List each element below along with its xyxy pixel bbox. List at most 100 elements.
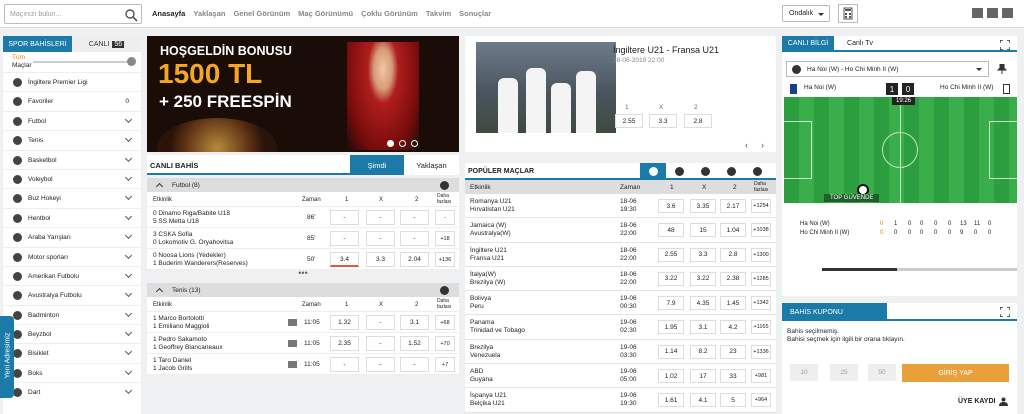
volleyball-filter-icon[interactable] (718, 163, 744, 180)
odd-button[interactable]: 1.45 (720, 296, 746, 311)
odd-button[interactable]: - (400, 231, 429, 246)
sidebar-item[interactable]: Buz Hokeyi (3, 188, 141, 207)
team-names[interactable]: 3 CSKA Sofia 0 Lokomotiv G. Oryahovitsa (153, 231, 233, 247)
tv-icon[interactable] (288, 340, 297, 347)
chevron-down-icon[interactable] (124, 193, 133, 201)
prev-arrow-icon[interactable]: ‹ (745, 140, 748, 150)
basketball-filter-icon[interactable] (692, 163, 718, 180)
odd-button[interactable]: 1.61 (658, 393, 684, 408)
carousel-dot[interactable] (387, 140, 394, 147)
sidebar-item[interactable]: Badminton (3, 304, 141, 324)
odd-button[interactable]: - (330, 231, 359, 246)
team-names[interactable]: Bolivya Peru (470, 295, 491, 311)
more-markets-button[interactable]: +18 (435, 231, 455, 246)
team-names[interactable]: Romanya U21 Hırvatistan U21 (470, 198, 515, 214)
chevron-down-icon[interactable] (124, 135, 133, 143)
team-names[interactable]: ABD Guyana (470, 368, 493, 384)
featured-odd-x[interactable]: 3.3 (649, 114, 677, 128)
nav-home[interactable]: Anasayfa (152, 9, 185, 18)
tab-live-info[interactable]: CANLI BİLGİ (782, 36, 834, 50)
stake-50-button[interactable]: 50 (868, 364, 896, 381)
odd-button[interactable]: - (366, 357, 395, 372)
odd-button[interactable]: 8.2 (690, 344, 716, 359)
carousel-dot[interactable] (399, 140, 406, 147)
odd-button[interactable]: 5 (720, 393, 746, 408)
odd-button[interactable]: 4.2 (720, 320, 746, 335)
tennis-filter-icon[interactable] (666, 163, 692, 180)
odds-format-select[interactable]: Ondalık (782, 5, 830, 22)
nav-upcoming[interactable]: Yaklaşan (193, 9, 225, 18)
more-markets-button[interactable]: +964 (751, 393, 771, 408)
team-names[interactable]: 1 Marco Bortolotti 1 Emiliano Maggioli (153, 315, 209, 331)
odd-button[interactable]: - (366, 210, 395, 225)
more-markets-button[interactable]: +68 (435, 315, 455, 330)
chevron-down-icon[interactable] (124, 329, 133, 337)
odd-button[interactable]: 3.22 (690, 271, 716, 286)
featured-odd-2[interactable]: 2.8 (684, 114, 712, 128)
team-names[interactable]: 1 Taro Daniel 1 Jacob Grills (153, 357, 192, 373)
odd-button[interactable]: 48 (658, 223, 684, 238)
register-link[interactable]: ÜYE KAYDI (958, 398, 995, 405)
team-names[interactable]: 1 Pedro Sakamoto 1 Geoffrey Blancaneaux (153, 336, 223, 352)
odd-button[interactable]: 2.55 (658, 247, 684, 262)
chevron-down-icon[interactable] (124, 290, 133, 298)
more-markets-button[interactable]: +1336 (751, 344, 771, 359)
list-view-icon[interactable] (972, 8, 983, 18)
odd-button[interactable]: 2.04 (400, 252, 429, 267)
odd-button[interactable]: 3.3 (690, 247, 716, 262)
tv-icon[interactable] (288, 319, 297, 326)
team-names[interactable]: 0 Noosa Lions (Yedekler) 1 Buderim Wander… (153, 252, 248, 268)
tennis-group-header[interactable]: Tenis (13) (147, 283, 459, 297)
stake-25-button[interactable]: 25 (830, 364, 858, 381)
more-markets-button[interactable]: +1300 (751, 247, 771, 262)
more-markets-button[interactable]: +1165 (751, 320, 771, 335)
tv-icon[interactable] (288, 361, 297, 368)
slider-track[interactable] (33, 61, 133, 63)
sidebar-item[interactable]: İngiltere Premier Ligi (3, 72, 141, 91)
chevron-down-icon[interactable] (124, 212, 133, 220)
more-markets-button[interactable]: +1342 (751, 296, 771, 311)
odd-button[interactable]: - (366, 315, 395, 330)
nav-results[interactable]: Sonuçlar (459, 9, 491, 18)
sidebar-item[interactable]: Araba Yarışları (3, 227, 141, 246)
sidebar-item[interactable]: Boks (3, 362, 141, 382)
expand-icon[interactable] (1000, 307, 1010, 317)
odd-button[interactable]: 1.95 (658, 320, 684, 335)
time-filter-slider[interactable]: Tüm Maçlar (3, 52, 141, 72)
football-group-header[interactable]: Futbol (8) (147, 178, 459, 192)
sidebar-item[interactable]: Avustralya Futbolu (3, 285, 141, 304)
more-markets-button[interactable]: +70 (435, 336, 455, 351)
odd-button[interactable]: 3.3 (366, 252, 395, 267)
upcoming-button[interactable]: Yaklaşan (404, 155, 459, 175)
now-button[interactable]: Şimdi (350, 155, 404, 175)
slider-handle[interactable] (127, 57, 136, 66)
expand-icon[interactable] (1000, 40, 1010, 50)
sidebar-item[interactable]: Futbol (3, 110, 141, 130)
search-icon[interactable] (124, 8, 138, 22)
nav-calendar[interactable]: Takvim (426, 9, 451, 18)
odd-button[interactable]: - (366, 231, 395, 246)
chevron-down-icon[interactable] (124, 115, 133, 123)
chevron-down-icon[interactable] (124, 173, 133, 181)
odd-button[interactable]: 3.1 (400, 315, 429, 330)
team-names[interactable]: Brezilya Venezuela (470, 344, 500, 360)
stake-10-button[interactable]: 10 (790, 364, 818, 381)
tab-sports-bets[interactable]: SPOR BAHİSLERİ (3, 36, 72, 52)
crossed-swords-icon[interactable] (744, 163, 770, 180)
next-arrow-icon[interactable]: › (761, 140, 764, 150)
sidebar-item[interactable]: Favoriler 0 (3, 91, 141, 110)
odd-button[interactable]: 1.04 (720, 223, 746, 238)
odd-button[interactable]: 3.6 (658, 199, 684, 213)
team-names[interactable]: Jamaica (W) Avustralya(W) (470, 222, 511, 238)
more-markets-button[interactable]: +981 (751, 369, 771, 384)
match-select[interactable]: Ha Noi (W) - Ho Chi Minh II (W) (786, 61, 989, 77)
more-markets-button[interactable]: +1254 (751, 199, 771, 213)
search-input[interactable]: Maçınızı bulun... (4, 4, 142, 24)
team-names[interactable]: İtalya(W) Brezilya (W) (470, 271, 505, 287)
nav-multi-view[interactable]: Çoklu Görünüm (361, 9, 418, 18)
odd-button[interactable]: 2.8 (720, 247, 746, 262)
more-markets-button[interactable]: +136 (435, 252, 455, 267)
pin-icon[interactable] (997, 64, 1007, 74)
promo-banner[interactable]: HOŞGELDİN BONUSU 1500 TL + 250 FREESPİN (147, 36, 459, 152)
odd-button[interactable]: - (400, 210, 429, 225)
